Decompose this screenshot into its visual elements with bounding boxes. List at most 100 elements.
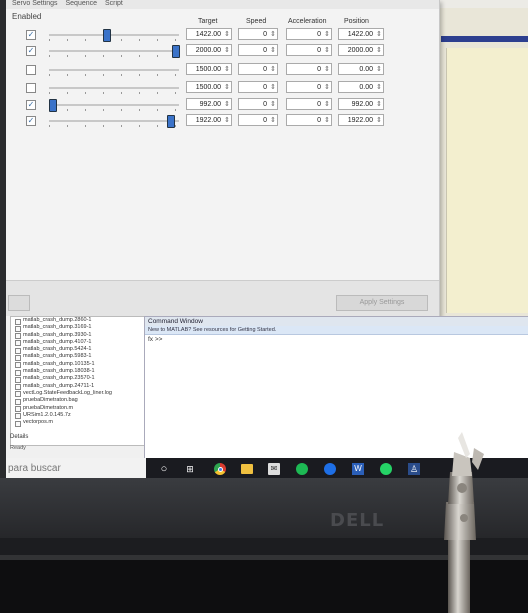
- servo-position-input[interactable]: 1422.00: [338, 28, 384, 41]
- editor-pane: [446, 48, 528, 313]
- servo-slider-thumb[interactable]: [103, 29, 112, 42]
- servo-target-input[interactable]: 1422.00: [186, 28, 232, 41]
- cortana-icon[interactable]: ○: [158, 463, 170, 475]
- servo-slider-ticks: [49, 74, 179, 76]
- servo-slider-track[interactable]: [49, 120, 179, 122]
- servo-speed-input[interactable]: 0: [238, 44, 278, 57]
- acceleration-header: Acceleration: [288, 18, 327, 25]
- left-button[interactable]: [8, 295, 30, 311]
- servo-row: ✓ 2000.00 00 2000.00: [6, 44, 439, 58]
- file-list-item[interactable]: matlab_crash_dump.5983-1: [11, 353, 149, 362]
- servo-enabled-checkbox[interactable]: ✓: [26, 100, 36, 110]
- screen: Servo Settings Sequence Script Enabled T…: [6, 0, 528, 478]
- servo-slider-ticks: [49, 125, 179, 127]
- spotify-icon[interactable]: [296, 463, 308, 475]
- servo-position-input[interactable]: 1922.00: [338, 114, 384, 127]
- servo-slider-thumb[interactable]: [172, 45, 181, 58]
- command-prompt[interactable]: fx >>: [145, 335, 528, 345]
- menu-sequence[interactable]: Sequence: [65, 0, 97, 7]
- servo-target-input[interactable]: 992.00: [186, 98, 232, 111]
- servo-slider-track[interactable]: [49, 69, 179, 71]
- blue-app-icon[interactable]: [324, 463, 336, 475]
- servo-slider-track[interactable]: [49, 87, 179, 89]
- command-window-title: Command Window: [145, 317, 528, 326]
- servo-acceleration-input[interactable]: 0: [286, 98, 332, 111]
- servo-slider-track[interactable]: [49, 104, 179, 106]
- servo-row: ✓ 1922.00 00 1922.00: [6, 114, 439, 128]
- file-list-item[interactable]: URSim1.2.0.145.7z: [11, 412, 149, 420]
- servo-position-input[interactable]: 0.00: [338, 81, 384, 94]
- file-list-item[interactable]: matlab_crash_dump.24711-1: [11, 383, 149, 391]
- servo-slider-ticks: [49, 92, 179, 94]
- servo-row: 1500.00 00 0.00: [6, 81, 439, 95]
- servo-target-input[interactable]: 2000.00: [186, 44, 232, 57]
- apply-settings-button[interactable]: Apply Settings: [336, 295, 428, 311]
- task-view-icon[interactable]: ⊞: [184, 463, 196, 475]
- servo-acceleration-input[interactable]: 0: [286, 114, 332, 127]
- servo-speed-input[interactable]: 0: [238, 28, 278, 41]
- mail-icon[interactable]: ✉: [268, 463, 280, 475]
- enabled-column-label: Enabled: [12, 12, 42, 21]
- servo-speed-input[interactable]: 0: [238, 63, 278, 76]
- servo-acceleration-input[interactable]: 0: [286, 28, 332, 41]
- servo-slider-track[interactable]: [49, 34, 179, 36]
- position-header: Position: [344, 18, 369, 25]
- file-list-item[interactable]: matlab_crash_dump.2860-1: [11, 317, 149, 325]
- file-list-item[interactable]: matlab_crash_dump.18038-1: [11, 368, 149, 376]
- ide-background-window: [436, 8, 528, 318]
- taskbar-search-box[interactable]: para buscar: [6, 458, 146, 478]
- word-icon[interactable]: W: [352, 463, 364, 475]
- getting-started-banner[interactable]: New to MATLAB? See resources for Getting…: [145, 326, 528, 335]
- file-list-item[interactable]: matlab_crash_dump.3169-1: [11, 324, 149, 333]
- file-list-item[interactable]: vectorpos.m: [11, 419, 149, 427]
- servo-acceleration-input[interactable]: 0: [286, 81, 332, 94]
- servo-acceleration-input[interactable]: 0: [286, 63, 332, 76]
- servo-position-input[interactable]: 2000.00: [338, 44, 384, 57]
- file-list-item[interactable]: pruebaDimetraton.m: [11, 405, 149, 413]
- file-explorer-icon[interactable]: [241, 464, 253, 474]
- status-bar: Ready: [10, 445, 26, 451]
- file-list-item[interactable]: matlab_crash_dump.23570-1: [11, 375, 149, 384]
- servo-slider-ticks: [49, 55, 179, 57]
- servo-speed-input[interactable]: 0: [238, 81, 278, 94]
- menu-script[interactable]: Script: [105, 0, 123, 7]
- servo-target-input[interactable]: 1922.00: [186, 114, 232, 127]
- toolstrip-strip: [441, 36, 528, 42]
- servo-target-input[interactable]: 1500.00: [186, 81, 232, 94]
- servo-speed-input[interactable]: 0: [238, 114, 278, 127]
- file-list-item[interactable]: matlab_crash_dump.3930-1: [11, 332, 149, 340]
- maestro-icon[interactable]: ♙: [408, 463, 420, 475]
- whatsapp-icon[interactable]: [380, 463, 392, 475]
- file-list-item[interactable]: pruebaDimetraton.bag: [11, 397, 149, 406]
- servo-row: ✓ 992.00 00 992.00: [6, 98, 439, 112]
- dialog-bottom-bar: Apply Settings: [6, 280, 439, 317]
- servo-enabled-checkbox[interactable]: ✓: [26, 116, 36, 126]
- servo-row: 1500.00 00 0.00: [6, 63, 439, 77]
- current-folder-list: matlab_crash_dump.2860-1 matlab_crash_dum…: [10, 316, 150, 446]
- target-header: Target: [198, 18, 218, 25]
- file-list-item[interactable]: matlab_crash_dump.5424-1: [11, 346, 149, 355]
- servo-slider-thumb[interactable]: [167, 115, 176, 128]
- details-label[interactable]: Details: [10, 434, 28, 440]
- file-list-item[interactable]: vectLog.StateFeedbackLog_liner.log: [11, 390, 149, 398]
- file-list-item[interactable]: matlab_crash_dump.4107-1: [11, 339, 149, 347]
- servo-enabled-checkbox[interactable]: ✓: [26, 46, 36, 56]
- robotic-gripper-instrument: [444, 432, 484, 613]
- speed-header: Speed: [246, 18, 267, 25]
- servo-slider-ticks: [49, 109, 179, 111]
- servo-enabled-checkbox[interactable]: [26, 65, 36, 75]
- servo-control-window: Servo Settings Sequence Script Enabled T…: [6, 0, 440, 317]
- servo-enabled-checkbox[interactable]: ✓: [26, 30, 36, 40]
- servo-enabled-checkbox[interactable]: [26, 83, 36, 93]
- servo-acceleration-input[interactable]: 0: [286, 44, 332, 57]
- servo-target-input[interactable]: 1500.00: [186, 63, 232, 76]
- file-list-item[interactable]: matlab_crash_dump.10135-1: [11, 361, 149, 369]
- dell-logo: DELL: [330, 510, 385, 531]
- servo-slider-track[interactable]: [49, 50, 179, 52]
- menu-servo-settings[interactable]: Servo Settings: [12, 0, 58, 7]
- chrome-icon[interactable]: [214, 463, 226, 475]
- servo-speed-input[interactable]: 0: [238, 98, 278, 111]
- servo-position-input[interactable]: 0.00: [338, 63, 384, 76]
- servo-position-input[interactable]: 992.00: [338, 98, 384, 111]
- servo-slider-thumb[interactable]: [49, 99, 57, 112]
